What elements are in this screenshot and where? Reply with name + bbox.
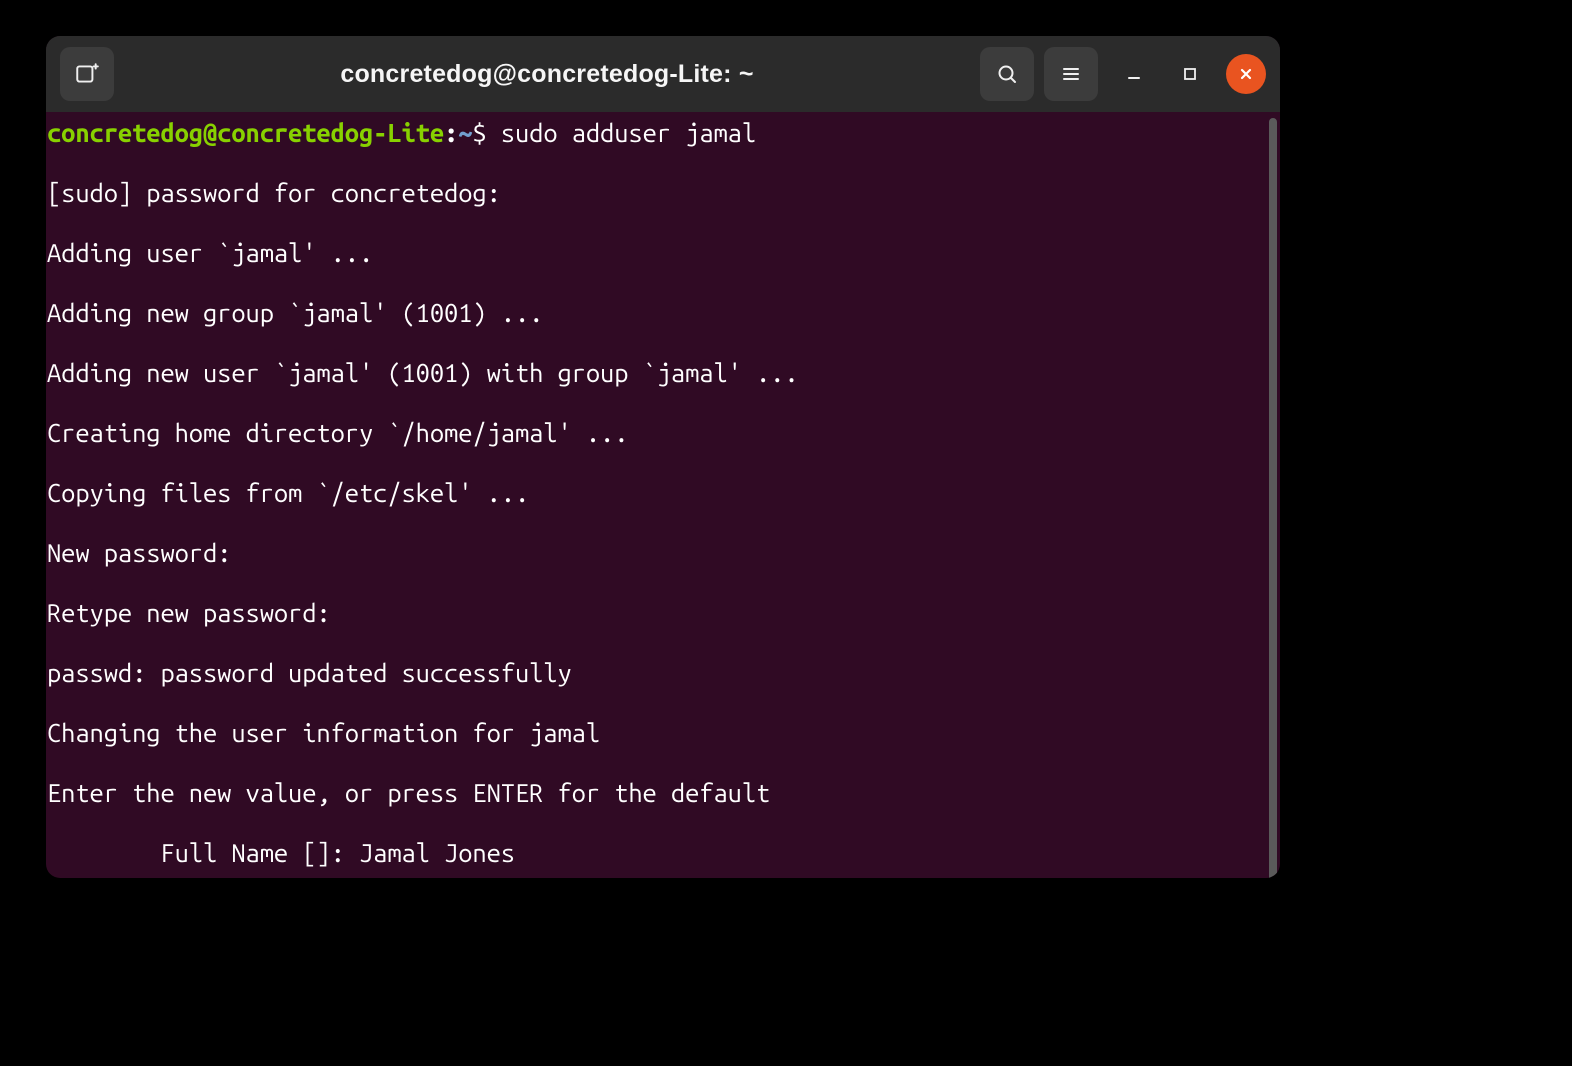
maximize-icon xyxy=(1182,66,1198,82)
terminal-output[interactable]: concretedog@concretedog-Lite:~$ sudo add… xyxy=(46,112,1266,878)
output-line: Copying files from `/etc/skel' ... xyxy=(47,478,1258,508)
hamburger-menu-button[interactable] xyxy=(1044,47,1098,101)
new-tab-icon xyxy=(74,61,100,87)
command-text: sudo adduser jamal xyxy=(487,118,756,147)
terminal-area: concretedog@concretedog-Lite:~$ sudo add… xyxy=(46,112,1280,878)
terminal-window: concretedog@concretedog-Lite: ~ xyxy=(46,36,1280,878)
output-line: Creating home directory `/home/jamal' ..… xyxy=(47,418,1258,448)
hamburger-icon xyxy=(1059,62,1083,86)
search-button[interactable] xyxy=(980,47,1034,101)
output-line: [sudo] password for concretedog: xyxy=(47,178,1258,208)
output-line: Enter the new value, or press ENTER for … xyxy=(47,778,1258,808)
prompt-cwd: ~ xyxy=(458,118,472,147)
output-line: passwd: password updated successfully xyxy=(47,658,1258,688)
new-tab-button[interactable] xyxy=(60,47,114,101)
prompt-user-host: concretedog@concretedog-Lite xyxy=(47,118,444,147)
search-icon xyxy=(995,62,1019,86)
scrollbar-thumb[interactable] xyxy=(1269,118,1277,878)
minimize-icon xyxy=(1126,66,1142,82)
prompt-line: concretedog@concretedog-Lite:~$ sudo add… xyxy=(47,118,1258,148)
close-button[interactable] xyxy=(1226,54,1266,94)
output-line: New password: xyxy=(47,538,1258,568)
output-line: Adding new user `jamal' (1001) with grou… xyxy=(47,358,1258,388)
titlebar: concretedog@concretedog-Lite: ~ xyxy=(46,36,1280,112)
output-line: Adding new group `jamal' (1001) ... xyxy=(47,298,1258,328)
output-line: Adding user `jamal' ... xyxy=(47,238,1258,268)
titlebar-right xyxy=(980,47,1266,101)
output-line: Retype new password: xyxy=(47,598,1258,628)
maximize-button[interactable] xyxy=(1170,54,1210,94)
output-line: Full Name []: Jamal Jones xyxy=(47,838,1258,868)
stage: concretedog@concretedog-Lite: ~ xyxy=(0,0,1572,1066)
titlebar-left xyxy=(60,47,114,101)
prompt-symbol: $ xyxy=(472,118,486,147)
prompt-colon: : xyxy=(444,118,458,147)
output-line: Changing the user information for jamal xyxy=(47,718,1258,748)
scrollbar[interactable] xyxy=(1266,112,1280,878)
close-icon xyxy=(1238,66,1254,82)
window-title: concretedog@concretedog-Lite: ~ xyxy=(124,60,970,89)
minimize-button[interactable] xyxy=(1114,54,1154,94)
